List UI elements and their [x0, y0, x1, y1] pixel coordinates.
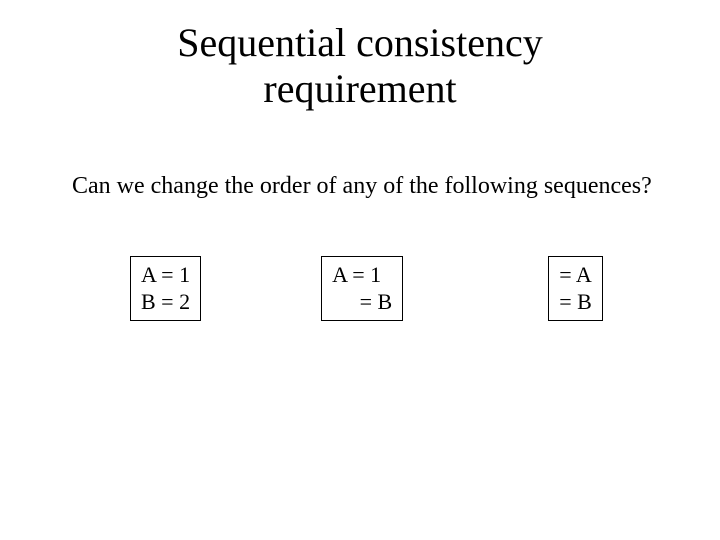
slide-title: Sequential consistency requirement	[0, 20, 720, 112]
seq3-line2: = B	[559, 289, 592, 314]
seq1-line2: B = 2	[141, 289, 190, 314]
title-line-1: Sequential consistency	[177, 20, 542, 65]
sequence-box-1: A = 1 B = 2	[130, 256, 201, 321]
sequence-boxes-row: A = 1 B = 2 A = 1 = B = A = B	[0, 256, 720, 321]
slide: Sequential consistency requirement Can w…	[0, 0, 720, 540]
seq2-line2: = B	[332, 289, 392, 314]
sequence-box-2: A = 1 = B	[321, 256, 403, 321]
seq3-line1: = A	[559, 262, 592, 287]
seq1-line1: A = 1	[141, 262, 190, 287]
sequence-box-3: = A = B	[548, 256, 603, 321]
title-line-2: requirement	[263, 66, 456, 111]
question-text: Can we change the order of any of the fo…	[0, 172, 720, 201]
seq2-line1: A = 1	[332, 262, 381, 287]
